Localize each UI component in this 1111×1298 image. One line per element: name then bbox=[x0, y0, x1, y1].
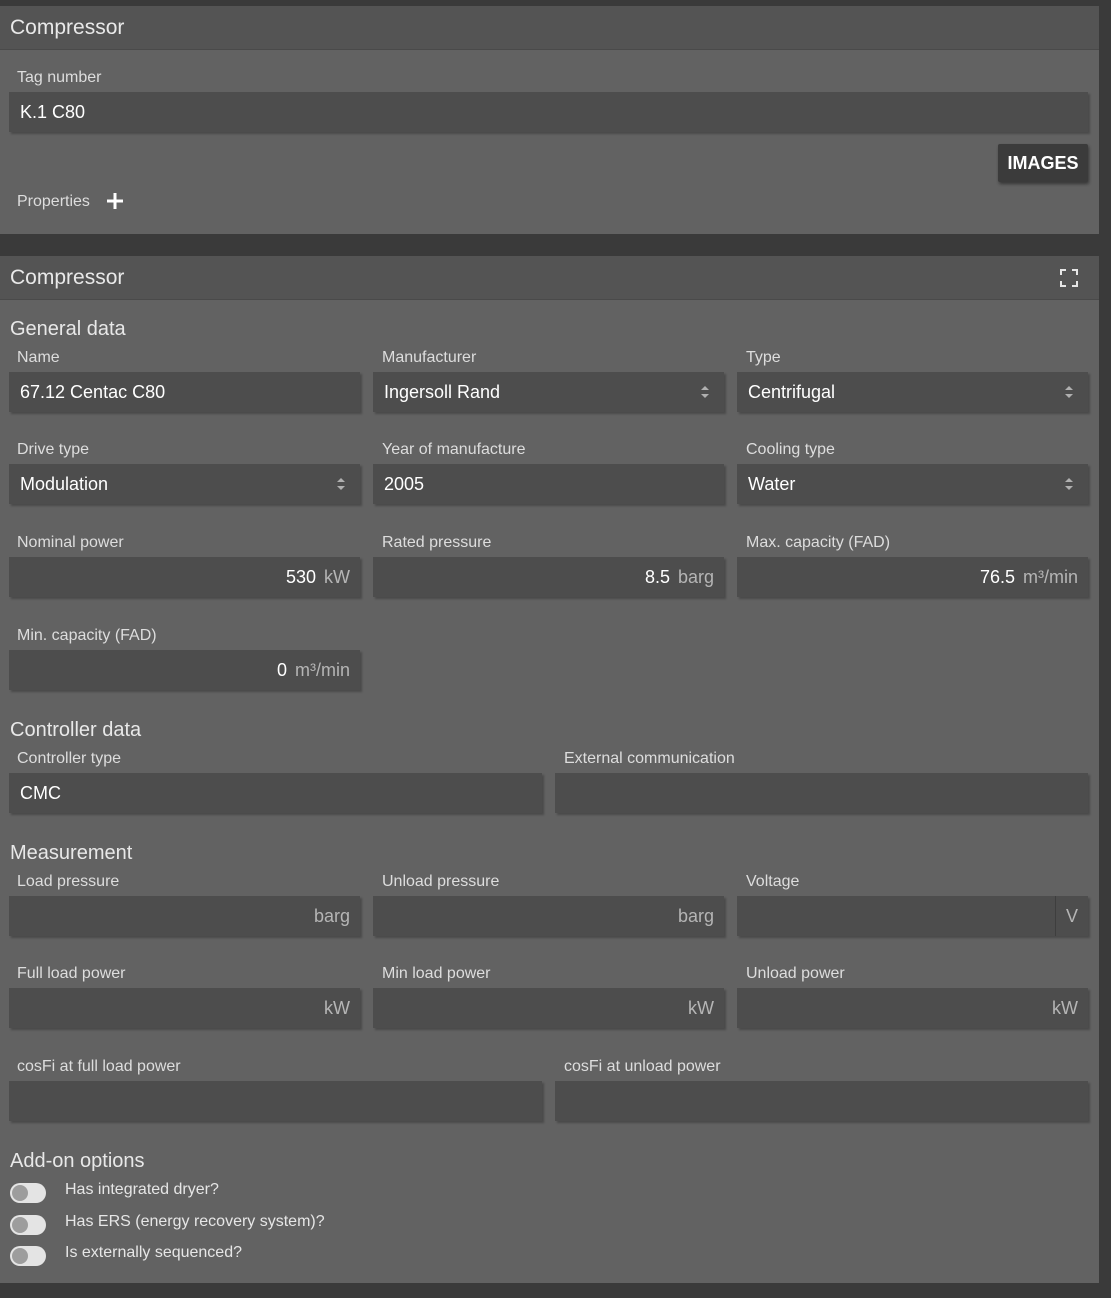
full-load-power-input[interactable]: kW bbox=[9, 988, 360, 1028]
externally-sequenced-label: Is externally sequenced? bbox=[65, 1244, 242, 1261]
properties-label: Properties bbox=[17, 193, 90, 210]
max-capacity-unit: m³/min bbox=[1023, 567, 1078, 587]
integrated-dryer-toggle[interactable] bbox=[10, 1183, 46, 1203]
rated-pressure-input[interactable]: 8.5 barg bbox=[373, 557, 724, 597]
name-value: 67.12 Centac C80 bbox=[20, 382, 166, 402]
cosfi-unload-label: cosFi at unload power bbox=[564, 1058, 721, 1075]
integrated-dryer-label: Has integrated dryer? bbox=[65, 1181, 219, 1198]
type-select[interactable]: Centrifugal bbox=[737, 372, 1088, 412]
cosfi-full-load-label: cosFi at full load power bbox=[17, 1058, 181, 1075]
controller-type-label: Controller type bbox=[17, 750, 122, 767]
controller-type-input[interactable]: CMC bbox=[9, 773, 542, 813]
cooling-type-label: Cooling type bbox=[746, 441, 835, 458]
year-value: 2005 bbox=[384, 474, 425, 494]
min-load-power-input[interactable]: kW bbox=[373, 988, 724, 1028]
voltage-input[interactable]: V bbox=[737, 896, 1088, 936]
name-input[interactable]: 67.12 Centac C80 bbox=[9, 372, 360, 412]
tag-number-label: Tag number bbox=[17, 69, 102, 86]
cosfi-unload-input[interactable] bbox=[555, 1081, 1088, 1121]
drive-type-value: Modulation bbox=[20, 474, 109, 494]
toggle-knob bbox=[12, 1248, 28, 1264]
type-label: Type bbox=[746, 349, 781, 366]
panel-header: Compressor bbox=[0, 256, 1099, 300]
tag-number-value: K.1 C80 bbox=[20, 102, 86, 122]
panel-title: Compressor bbox=[10, 16, 125, 39]
unload-power-label: Unload power bbox=[746, 965, 845, 982]
ers-label: Has ERS (energy recovery system)? bbox=[65, 1213, 325, 1230]
min-load-power-unit: kW bbox=[688, 998, 714, 1018]
nominal-power-value: 530 bbox=[285, 567, 316, 587]
external-communication-label: External communication bbox=[564, 750, 735, 767]
min-capacity-value: 0 bbox=[276, 660, 287, 680]
select-arrows-icon bbox=[1065, 386, 1073, 398]
general-data-heading: General data bbox=[10, 318, 126, 340]
cooling-type-value: Water bbox=[748, 474, 796, 494]
fullscreen-icon[interactable] bbox=[1060, 269, 1078, 287]
tag-number-input[interactable]: K.1 C80 bbox=[9, 92, 1088, 132]
plus-icon[interactable] bbox=[106, 192, 124, 210]
full-load-power-unit: kW bbox=[324, 998, 350, 1018]
manufacturer-select[interactable]: Ingersoll Rand bbox=[373, 372, 724, 412]
images-button[interactable]: IMAGES bbox=[998, 144, 1088, 182]
select-arrows-icon bbox=[701, 386, 709, 398]
type-value: Centrifugal bbox=[748, 382, 836, 402]
voltage-unit: V bbox=[1065, 906, 1078, 926]
ers-toggle[interactable] bbox=[10, 1215, 46, 1235]
full-load-power-label: Full load power bbox=[17, 965, 126, 982]
rated-pressure-label: Rated pressure bbox=[382, 534, 492, 551]
unload-pressure-label: Unload pressure bbox=[382, 873, 500, 890]
max-capacity-label: Max. capacity (FAD) bbox=[746, 534, 891, 551]
min-capacity-label: Min. capacity (FAD) bbox=[17, 627, 157, 644]
controller-data-heading: Controller data bbox=[10, 719, 142, 741]
drive-type-select[interactable]: Modulation bbox=[9, 464, 360, 504]
toggle-knob bbox=[12, 1185, 28, 1201]
drive-type-label: Drive type bbox=[17, 441, 90, 458]
year-label: Year of manufacture bbox=[382, 441, 526, 458]
compressor-details-panel: Compressor General data Name 67.12 Centa… bbox=[0, 256, 1099, 1283]
addon-options-heading: Add-on options bbox=[10, 1150, 145, 1172]
min-capacity-unit: m³/min bbox=[295, 660, 350, 680]
manufacturer-label: Manufacturer bbox=[382, 349, 477, 366]
controller-type-value: CMC bbox=[20, 783, 61, 803]
unit-separator bbox=[1055, 896, 1056, 936]
min-load-power-label: Min load power bbox=[382, 965, 491, 982]
external-communication-input[interactable] bbox=[555, 773, 1088, 813]
load-pressure-label: Load pressure bbox=[17, 873, 120, 890]
max-capacity-input[interactable]: 76.5 m³/min bbox=[737, 557, 1088, 597]
select-arrows-icon bbox=[337, 478, 345, 490]
nominal-power-input[interactable]: 530 kW bbox=[9, 557, 360, 597]
rated-pressure-value: 8.5 bbox=[644, 567, 670, 587]
manufacturer-value: Ingersoll Rand bbox=[384, 382, 501, 402]
nominal-power-label: Nominal power bbox=[17, 534, 124, 551]
nominal-power-unit: kW bbox=[324, 567, 350, 587]
cooling-type-select[interactable]: Water bbox=[737, 464, 1088, 504]
voltage-label: Voltage bbox=[746, 873, 800, 890]
name-label: Name bbox=[17, 349, 60, 366]
toggle-knob bbox=[12, 1217, 28, 1233]
unload-pressure-input[interactable]: barg bbox=[373, 896, 724, 936]
rated-pressure-unit: barg bbox=[677, 567, 714, 587]
compressor-tag-panel: Compressor Tag number K.1 C80 IMAGES Pro… bbox=[0, 6, 1099, 234]
measurement-heading: Measurement bbox=[10, 842, 133, 864]
unload-power-unit: kW bbox=[1052, 998, 1078, 1018]
load-pressure-input[interactable]: barg bbox=[9, 896, 360, 936]
panel-title: Compressor bbox=[10, 266, 125, 289]
externally-sequenced-toggle[interactable] bbox=[10, 1246, 46, 1266]
unload-pressure-unit: barg bbox=[677, 906, 714, 926]
panel-header: Compressor bbox=[0, 6, 1099, 50]
cosfi-full-load-input[interactable] bbox=[9, 1081, 542, 1121]
select-arrows-icon bbox=[1065, 478, 1073, 490]
min-capacity-input[interactable]: 0 m³/min bbox=[9, 650, 360, 690]
unload-power-input[interactable]: kW bbox=[737, 988, 1088, 1028]
max-capacity-value: 76.5 bbox=[979, 567, 1015, 587]
load-pressure-unit: barg bbox=[313, 906, 350, 926]
year-input[interactable]: 2005 bbox=[373, 464, 724, 504]
